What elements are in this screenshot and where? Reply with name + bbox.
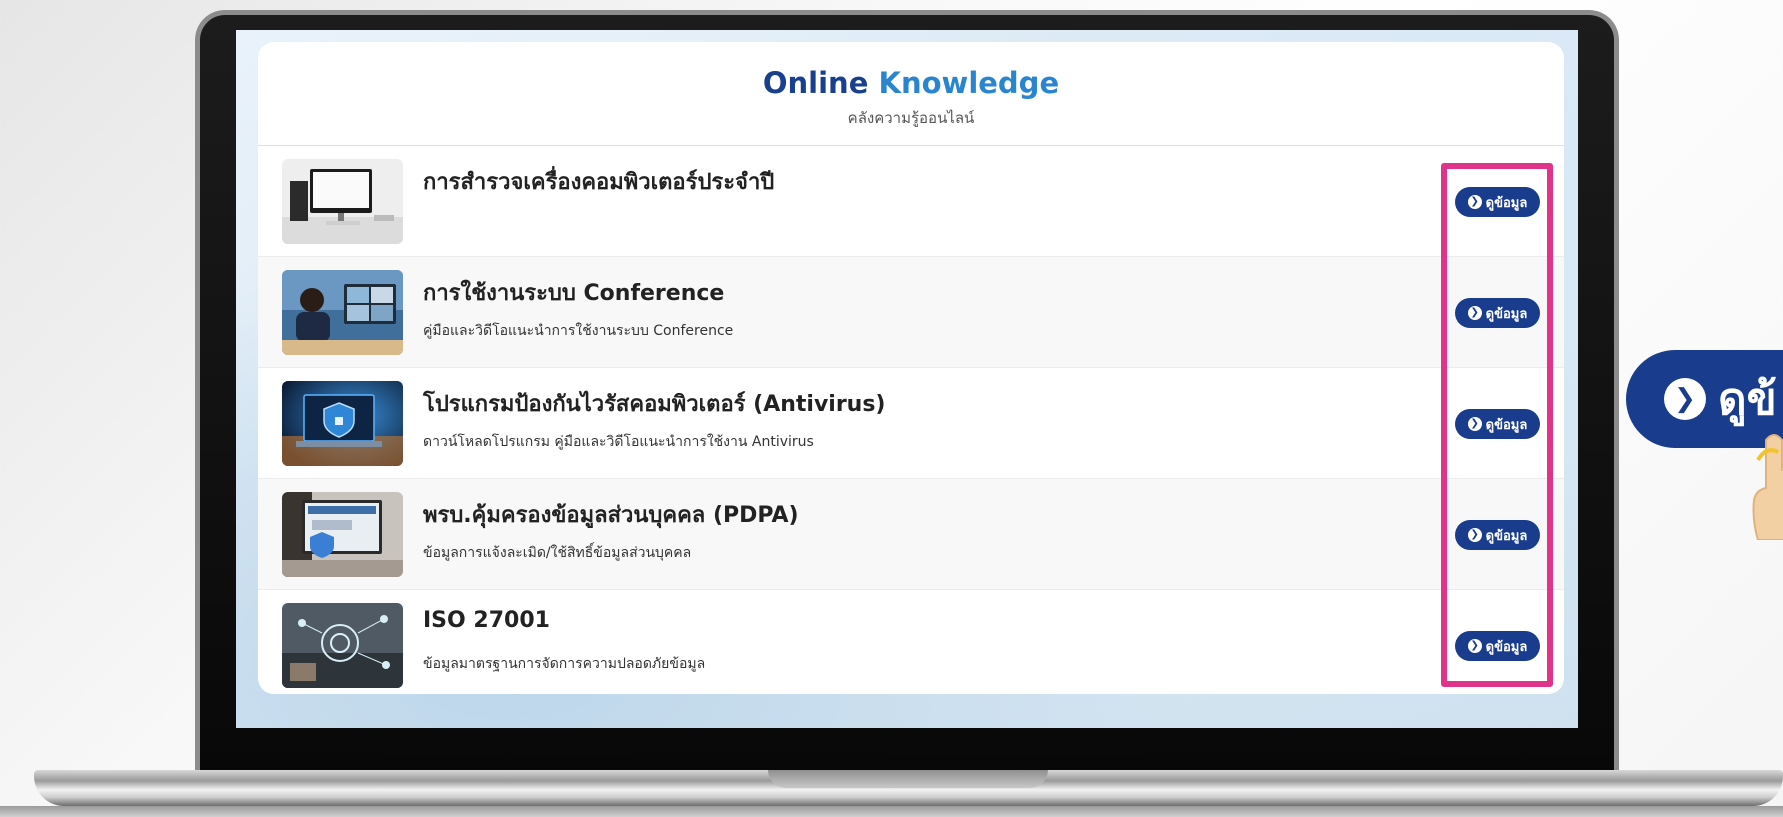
pointing-hand-icon	[1752, 430, 1783, 541]
chevron-right-circle-icon: ❯	[1664, 378, 1706, 420]
privacy-monitor-thumbnail[interactable]	[282, 492, 403, 577]
item-description: ข้อมูลมาตรฐานการจัดการความปลอดภัยข้อมูล	[423, 656, 706, 672]
item-title[interactable]: การสำรวจเครื่องคอมพิวเตอร์ประจำปี	[423, 164, 774, 199]
item-title[interactable]: พรบ.คุ้มครองข้อมูลส่วนบุคคล (PDPA)	[423, 497, 799, 532]
card-header: Online Knowledge คลังความรู้ออนไลน์	[258, 42, 1564, 146]
video-conference-thumbnail[interactable]	[282, 270, 403, 355]
buttons-highlight-box	[1441, 163, 1553, 687]
list-item: โปรแกรมป้องกันไวรัสคอมพิวเตอร์ (Antiviru…	[258, 368, 1564, 479]
security-network-thumbnail[interactable]	[282, 603, 403, 688]
laptop-screen: Online Knowledge คลังความรู้ออนไลน์ การส…	[236, 30, 1578, 728]
page-subtitle: คลังความรู้ออนไลน์	[847, 109, 975, 127]
list-item: ISO 27001 ข้อมูลมาตรฐานการจัดการความปลอด…	[258, 590, 1564, 694]
item-title[interactable]: การใช้งานระบบ Conference	[423, 275, 724, 310]
item-title[interactable]: โปรแกรมป้องกันไวรัสคอมพิวเตอร์ (Antiviru…	[423, 386, 885, 421]
title-part-knowledge: Knowledge	[878, 66, 1060, 100]
list-item: การใช้งานระบบ Conference คู่มือและวิดีโอ…	[258, 257, 1564, 368]
item-description: ข้อมูลการแจ้งละเมิด/ใช้สิทธิ์ข้อมูลส่วนบ…	[423, 545, 692, 561]
shield-laptop-thumbnail[interactable]	[282, 381, 403, 466]
list-item: การสำรวจเครื่องคอมพิวเตอร์ประจำปี ❯ ดูข้…	[258, 146, 1564, 257]
title-part-online: Online	[762, 66, 869, 100]
laptop-shadow	[0, 806, 1783, 817]
page-title: Online Knowledge	[258, 66, 1564, 100]
laptop-notch	[768, 770, 1048, 788]
callout-label: ดูข้	[1718, 374, 1777, 425]
item-title[interactable]: ISO 27001	[423, 608, 550, 633]
item-description: ดาวน์โหลดโปรแกรม คู่มือและวิดีโอแนะนำการ…	[423, 434, 814, 450]
list-item: พรบ.คุ้มครองข้อมูลส่วนบุคคล (PDPA) ข้อมู…	[258, 479, 1564, 590]
computer-desk-thumbnail[interactable]	[282, 159, 403, 244]
knowledge-card: Online Knowledge คลังความรู้ออนไลน์ การส…	[258, 42, 1564, 694]
item-description: คู่มือและวิดีโอแนะนำการใช้งานระบบ Confer…	[423, 323, 734, 339]
